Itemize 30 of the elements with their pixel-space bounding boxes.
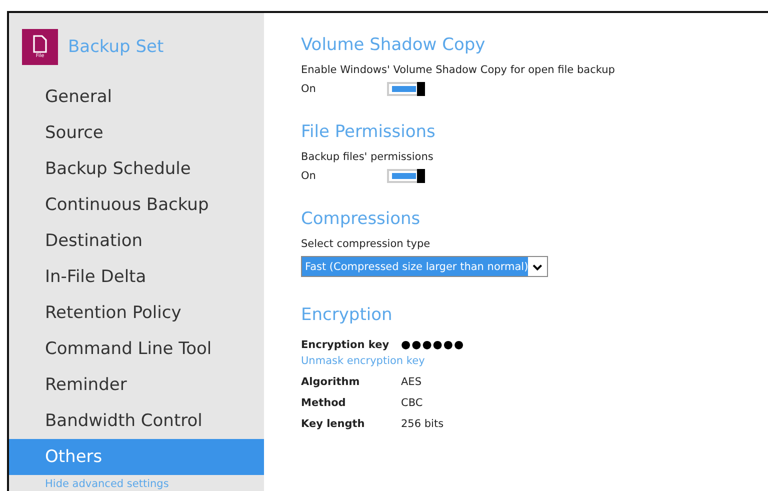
sidebar-item[interactable]: Source — [9, 115, 264, 151]
sidebar-item[interactable]: Destination — [9, 223, 264, 259]
section-title: Encryption — [301, 305, 394, 325]
toggle-state: On — [301, 83, 317, 95]
sidebar-item[interactable]: In-File Delta — [9, 259, 264, 295]
setting-label: Enable Windows' Volume Shadow Copy for open file backup — [301, 64, 616, 76]
field-label: Algorithm — [301, 376, 361, 388]
sidebar-item[interactable]: Reminder — [9, 367, 264, 403]
masked-key: ●●●●●● — [401, 338, 465, 351]
setting-label: Select compression type — [301, 238, 432, 250]
sidebar-item[interactable]: Continuous Backup — [9, 187, 264, 223]
sidebar-title: Backup Set — [68, 37, 164, 57]
sidebar-item[interactable]: Backup Schedule — [9, 151, 264, 187]
section-title: File Permissions — [301, 122, 436, 142]
setting-label: Backup files' permissions — [301, 151, 434, 163]
section-title: Volume Shadow Copy — [301, 35, 486, 55]
field-label: Method — [301, 396, 347, 408]
sidebar-item[interactable]: Command Line Tool — [9, 331, 264, 367]
sidebar-item[interactable]: Bandwidth Control — [9, 403, 264, 439]
section-title: Compressions — [301, 209, 422, 229]
sidebar-item[interactable]: General — [9, 79, 264, 115]
field-value: 256 bits — [401, 418, 444, 430]
field-label: Key length — [301, 418, 366, 430]
field-value: AES — [401, 376, 422, 388]
toggle-switch[interactable] — [387, 82, 425, 96]
sidebar-item[interactable]: Retention Policy — [9, 295, 264, 331]
field-label: Encryption key — [301, 338, 390, 350]
field-value: CBC — [401, 396, 423, 408]
toggle-switch[interactable] — [387, 169, 425, 183]
toggle-state: On — [301, 170, 317, 182]
